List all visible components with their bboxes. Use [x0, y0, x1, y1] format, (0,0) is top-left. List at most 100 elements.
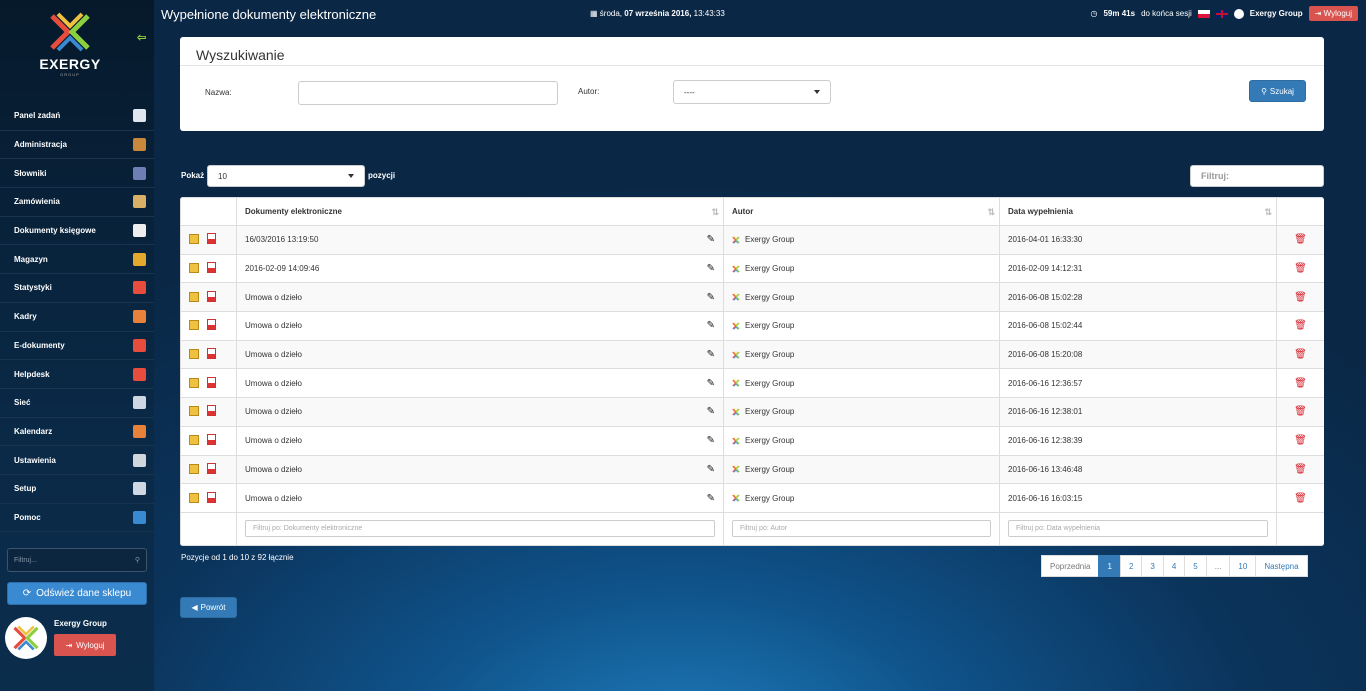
document-name[interactable]: Umowa o dzieło: [245, 465, 302, 474]
sidebar-item-kalendarz[interactable]: Kalendarz: [0, 418, 154, 447]
collapse-sidebar-icon[interactable]: ⇦: [137, 31, 146, 44]
exergy-logo[interactable]: EXERGY GROUP: [30, 12, 110, 92]
edit-form-icon[interactable]: [189, 320, 199, 331]
sidebar-filter-input[interactable]: Filtruj... ⚲: [7, 548, 147, 572]
table-header-row: Dokumenty elektroniczne ⇅ Autor ⇅ Data wyp…: [180, 197, 1324, 226]
document-name[interactable]: 2016-02-09 14:09:46: [245, 264, 319, 273]
refresh-shop-button[interactable]: ⟳ Odśwież dane sklepu: [7, 582, 147, 605]
sidebar-item-administracja[interactable]: Administracja: [0, 131, 154, 160]
trash-icon[interactable]: 🗑: [1294, 292, 1307, 303]
edit-form-icon[interactable]: [189, 435, 199, 446]
date-time: 13:43:33: [693, 9, 725, 18]
trash-icon[interactable]: 🗑: [1294, 320, 1307, 331]
edit-form-icon[interactable]: [189, 234, 199, 245]
page-size-select[interactable]: 10: [207, 165, 365, 187]
pencil-icon[interactable]: ✎: [707, 378, 715, 389]
trash-icon[interactable]: 🗑: [1294, 493, 1307, 504]
author-name: Exergy Group: [745, 264, 795, 274]
trash-icon[interactable]: 🗑: [1294, 263, 1307, 274]
table-row: 2016-02-09 14:09:46 ✎ Exergy Group 2016-02-…: [180, 253, 1324, 284]
edit-form-icon[interactable]: [189, 377, 199, 388]
sidebar-item-kadry[interactable]: Kadry: [0, 303, 154, 332]
table-filter-input[interactable]: Filtruj:: [1190, 165, 1324, 187]
document-name[interactable]: 16/03/2016 13:19:50: [245, 235, 318, 244]
trash-icon[interactable]: 🗑: [1294, 349, 1307, 360]
column-filter-input[interactable]: Filtruj po: Dokumenty elektroniczne: [245, 520, 715, 538]
pagination-item[interactable]: ...: [1205, 555, 1231, 577]
column-header-author[interactable]: Autor ⇅: [723, 197, 1000, 226]
edit-form-icon[interactable]: [189, 492, 199, 503]
pdf-icon[interactable]: [207, 462, 216, 474]
pagination-item[interactable]: 1: [1098, 555, 1121, 577]
column-filter-input[interactable]: Filtruj po: Autor: [732, 520, 991, 538]
pagination-item[interactable]: Poprzednia: [1041, 555, 1100, 577]
sidebar-item-sieć[interactable]: Sieć: [0, 389, 154, 418]
name-input[interactable]: [298, 81, 558, 105]
author-select[interactable]: ----: [673, 80, 831, 104]
pdf-icon[interactable]: [207, 434, 216, 446]
pencil-icon[interactable]: ✎: [707, 406, 715, 417]
header-user-name[interactable]: Exergy Group: [1250, 9, 1303, 18]
column-filter-input[interactable]: Filtruj po: Data wypełnienia: [1008, 520, 1268, 538]
document-name[interactable]: Umowa o dzieło: [245, 379, 302, 388]
pencil-icon[interactable]: ✎: [707, 234, 715, 245]
sidebar-item-panel-zadań[interactable]: Panel zadań: [0, 102, 154, 131]
trash-icon[interactable]: 🗑: [1294, 406, 1307, 417]
document-name[interactable]: Umowa o dzieło: [245, 293, 302, 302]
pdf-icon[interactable]: [207, 376, 216, 388]
pdf-icon[interactable]: [207, 262, 216, 274]
pdf-icon[interactable]: [207, 233, 216, 245]
trash-icon[interactable]: 🗑: [1294, 435, 1307, 446]
column-header-date[interactable]: Data wypełnienia ⇅: [999, 197, 1277, 226]
trash-icon[interactable]: 🗑: [1294, 378, 1307, 389]
edit-form-icon[interactable]: [189, 291, 199, 302]
sidebar-item-zamówienia[interactable]: Zamówienia: [0, 188, 154, 217]
pencil-icon[interactable]: ✎: [707, 464, 715, 475]
edit-form-icon[interactable]: [189, 349, 199, 360]
table-row: Umowa o dzieło ✎ Exergy Group 2016-06-16 12…: [180, 368, 1324, 399]
pencil-icon[interactable]: ✎: [707, 435, 715, 446]
edit-form-icon[interactable]: [189, 463, 199, 474]
pencil-icon[interactable]: ✎: [707, 263, 715, 274]
pencil-icon[interactable]: ✎: [707, 493, 715, 504]
pdf-icon[interactable]: [207, 319, 216, 331]
sidebar-item-pomoc[interactable]: Pomoc: [0, 504, 154, 533]
document-name[interactable]: Umowa o dzieło: [245, 350, 302, 359]
sidebar-item-e-dokumenty[interactable]: E-dokumenty: [0, 332, 154, 361]
search-button[interactable]: ⚲ Szukaj: [1249, 80, 1306, 102]
sidebar-logout-button[interactable]: ⇥ Wyloguj: [54, 634, 116, 656]
sidebar-item-słowniki[interactable]: Słowniki: [0, 159, 154, 189]
sidebar-item-magazyn[interactable]: Magazyn: [0, 245, 154, 275]
flag-pl-icon[interactable]: [1197, 9, 1210, 18]
document-name[interactable]: Umowa o dzieło: [245, 407, 302, 416]
pencil-icon[interactable]: ✎: [707, 292, 715, 303]
trash-icon[interactable]: 🗑: [1294, 234, 1307, 245]
header-logout-button[interactable]: ⇥ Wyloguj: [1308, 6, 1358, 21]
pagination-item[interactable]: 3: [1141, 555, 1164, 577]
back-button[interactable]: ◀ Powrót: [180, 597, 237, 618]
sidebar-item-setup[interactable]: Setup: [0, 475, 154, 504]
pdf-icon[interactable]: [207, 491, 216, 503]
pagination-item[interactable]: Następna: [1255, 555, 1308, 577]
pdf-icon[interactable]: [207, 348, 216, 360]
pencil-icon[interactable]: ✎: [707, 349, 715, 360]
sidebar-item-statystyki[interactable]: Statystyki: [0, 274, 154, 303]
edit-form-icon[interactable]: [189, 406, 199, 417]
pagination-item[interactable]: 4: [1162, 555, 1186, 577]
document-name[interactable]: Umowa o dzieło: [245, 436, 302, 445]
pdf-icon[interactable]: [207, 290, 216, 302]
sidebar-item-helpdesk[interactable]: Helpdesk: [0, 360, 154, 389]
pdf-icon[interactable]: [207, 405, 216, 417]
document-name[interactable]: Umowa o dzieło: [245, 321, 302, 330]
pagination-item[interactable]: 5: [1184, 555, 1207, 577]
column-header-documents[interactable]: Dokumenty elektroniczne ⇅: [236, 197, 724, 226]
edit-form-icon[interactable]: [189, 263, 199, 274]
pagination-item[interactable]: 2: [1119, 555, 1143, 577]
pencil-icon[interactable]: ✎: [707, 320, 715, 331]
trash-icon[interactable]: 🗑: [1294, 464, 1307, 475]
pagination-item[interactable]: 10: [1229, 555, 1257, 577]
sidebar-item-ustawienia[interactable]: Ustawienia: [0, 446, 154, 475]
flag-en-icon[interactable]: [1215, 9, 1228, 18]
sidebar-item-dokumenty-księgowe[interactable]: Dokumenty księgowe: [0, 217, 154, 246]
document-name[interactable]: Umowa o dzieło: [245, 494, 302, 503]
